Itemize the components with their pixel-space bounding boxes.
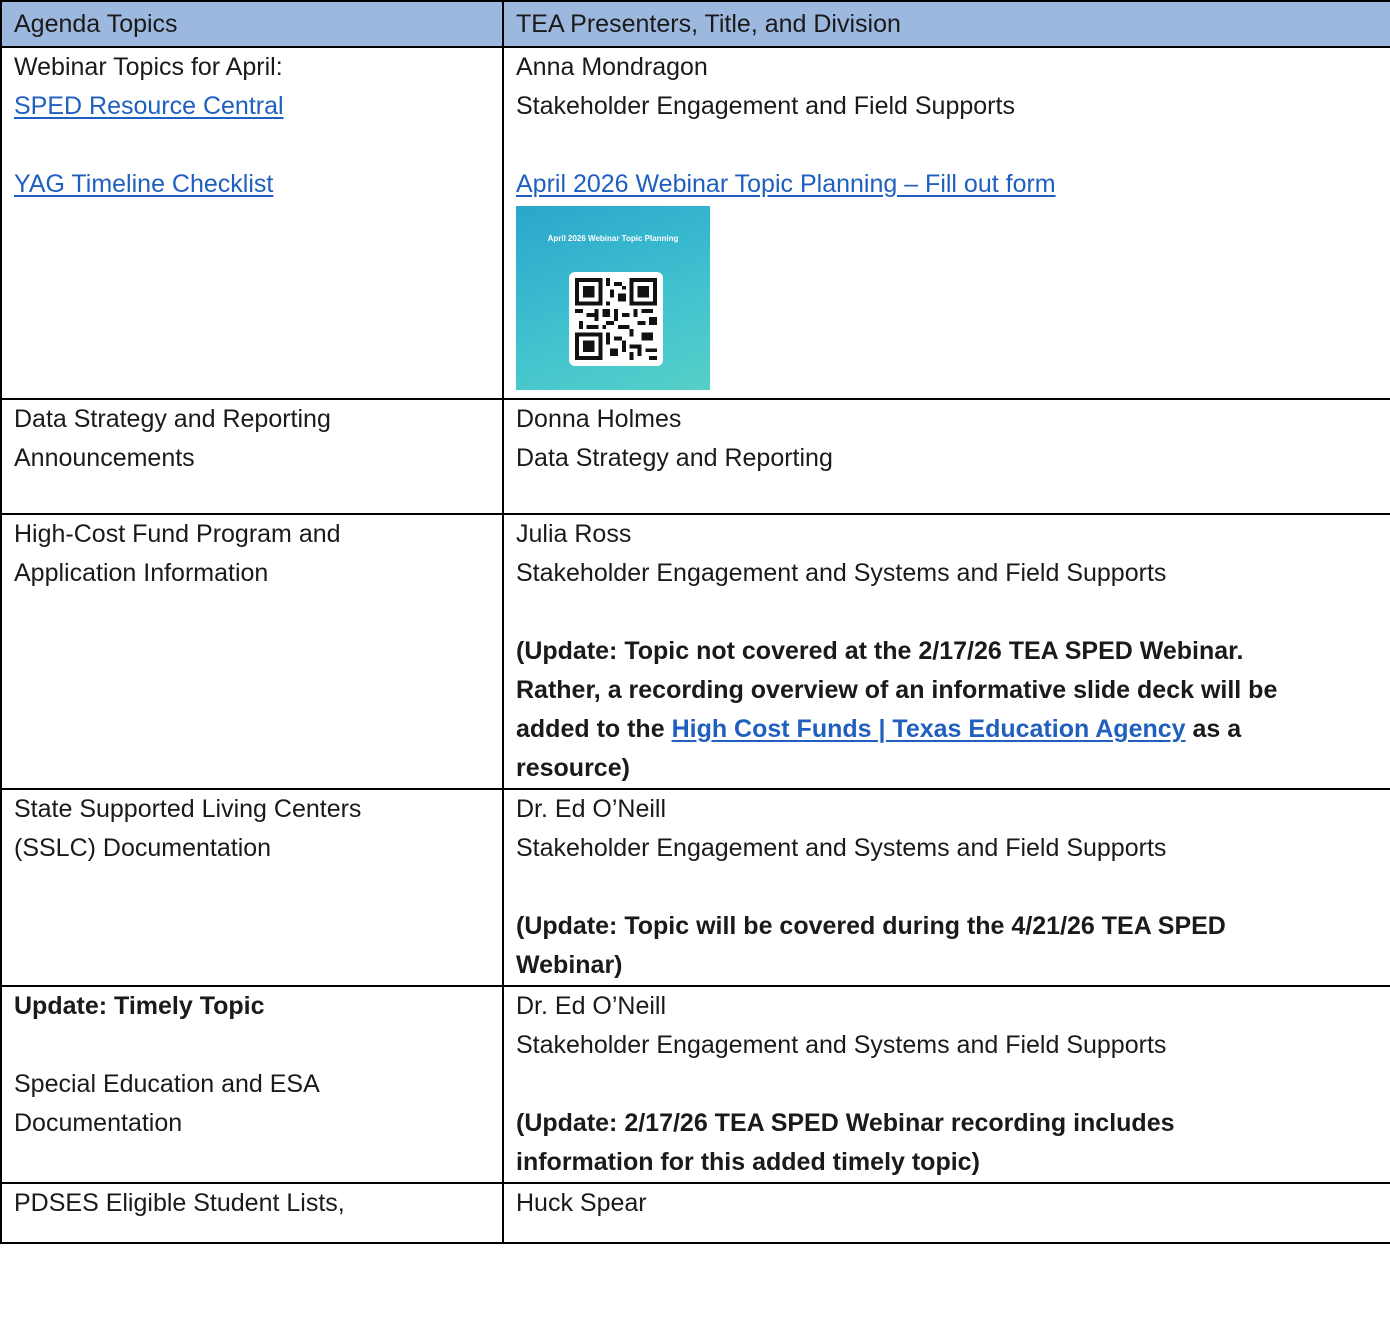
topic-cell: State Supported Living Centers (SSLC) Do…	[0, 788, 504, 987]
table-row: PDSES Eligible Student Lists, Huck Spear	[0, 1182, 1390, 1244]
timely-topic-label: Update: Timely Topic	[14, 992, 265, 1020]
topic-cell: Update: Timely Topic Special Education a…	[0, 985, 504, 1184]
presenter-cell: Anna Mondragon Stakeholder Engagement an…	[502, 46, 1390, 400]
table-row: High-Cost Fund Program and Application I…	[0, 513, 1390, 790]
presenter-cell: Huck Spear	[502, 1182, 1390, 1244]
table-row: Data Strategy and Reporting Announcement…	[0, 398, 1390, 515]
presenter-cell: Dr. Ed O’Neill Stakeholder Engagement an…	[502, 985, 1390, 1184]
topic-cell: Webinar Topics for April: SPED Resource …	[0, 46, 504, 400]
yag-timeline-checklist-link[interactable]: YAG Timeline Checklist	[14, 165, 490, 204]
update-note: (Update: Topic will be covered during th…	[516, 912, 1226, 940]
header-presenters: TEA Presenters, Title, and Division	[502, 0, 1390, 48]
high-cost-funds-link[interactable]: High Cost Funds | Texas Education Agency	[672, 715, 1186, 743]
presenter-division: Stakeholder Engagement and Field Support…	[516, 92, 1015, 120]
update-note: Rather, a recording overview of an infor…	[516, 676, 1278, 704]
update-note-with-link: added to the High Cost Funds | Texas Edu…	[516, 715, 1242, 743]
presenter-name: Huck Spear	[516, 1189, 647, 1217]
presenter-name: Donna Holmes	[516, 405, 682, 433]
update-note: (Update: Topic not covered at the 2/17/2…	[516, 637, 1244, 665]
presenter-name: Dr. Ed O’Neill	[516, 795, 667, 823]
presenter-name: Anna Mondragon	[516, 53, 708, 81]
sped-resource-central-link[interactable]: SPED Resource Central	[14, 87, 490, 126]
header-row: Agenda Topics TEA Presenters, Title, and…	[0, 0, 1390, 48]
topic-text: Webinar Topics for April:	[14, 53, 283, 81]
qr-card-title: April 2026 Webinar Topic Planning	[547, 234, 679, 243]
update-note: information for this added timely topic)	[516, 1148, 980, 1176]
presenter-cell: Julia Ross Stakeholder Engagement and Sy…	[502, 513, 1390, 790]
presenter-division: Stakeholder Engagement and Systems and F…	[516, 834, 1167, 862]
header-agenda-topics: Agenda Topics	[0, 0, 504, 48]
qr-code-card[interactable]: April 2026 Webinar Topic Planning	[516, 206, 710, 390]
presenter-division: Stakeholder Engagement and Systems and F…	[516, 1031, 1167, 1059]
presenter-cell: Donna Holmes Data Strategy and Reporting	[502, 398, 1390, 515]
presenter-name: Julia Ross	[516, 520, 632, 548]
presenter-cell: Dr. Ed O’Neill Stakeholder Engagement an…	[502, 788, 1390, 987]
table-row: Webinar Topics for April: SPED Resource …	[0, 46, 1390, 400]
table-row: State Supported Living Centers (SSLC) Do…	[0, 788, 1390, 987]
topic-cell: Data Strategy and Reporting Announcement…	[0, 398, 504, 515]
topic-cell: PDSES Eligible Student Lists,	[0, 1182, 504, 1244]
update-note: resource)	[516, 754, 630, 782]
webinar-planning-form-link[interactable]: April 2026 Webinar Topic Planning – Fill…	[516, 165, 1379, 204]
presenter-name: Dr. Ed O’Neill	[516, 992, 667, 1020]
update-note: (Update: 2/17/26 TEA SPED Webinar record…	[516, 1109, 1175, 1137]
table-row: Update: Timely Topic Special Education a…	[0, 985, 1390, 1184]
topic-cell: High-Cost Fund Program and Application I…	[0, 513, 504, 790]
agenda-table: Agenda Topics TEA Presenters, Title, and…	[0, 0, 1390, 1244]
update-note: Webinar)	[516, 951, 623, 979]
presenter-division: Data Strategy and Reporting	[516, 444, 833, 472]
presenter-division: Stakeholder Engagement and Systems and F…	[516, 559, 1167, 587]
qr-code-icon	[569, 272, 663, 366]
